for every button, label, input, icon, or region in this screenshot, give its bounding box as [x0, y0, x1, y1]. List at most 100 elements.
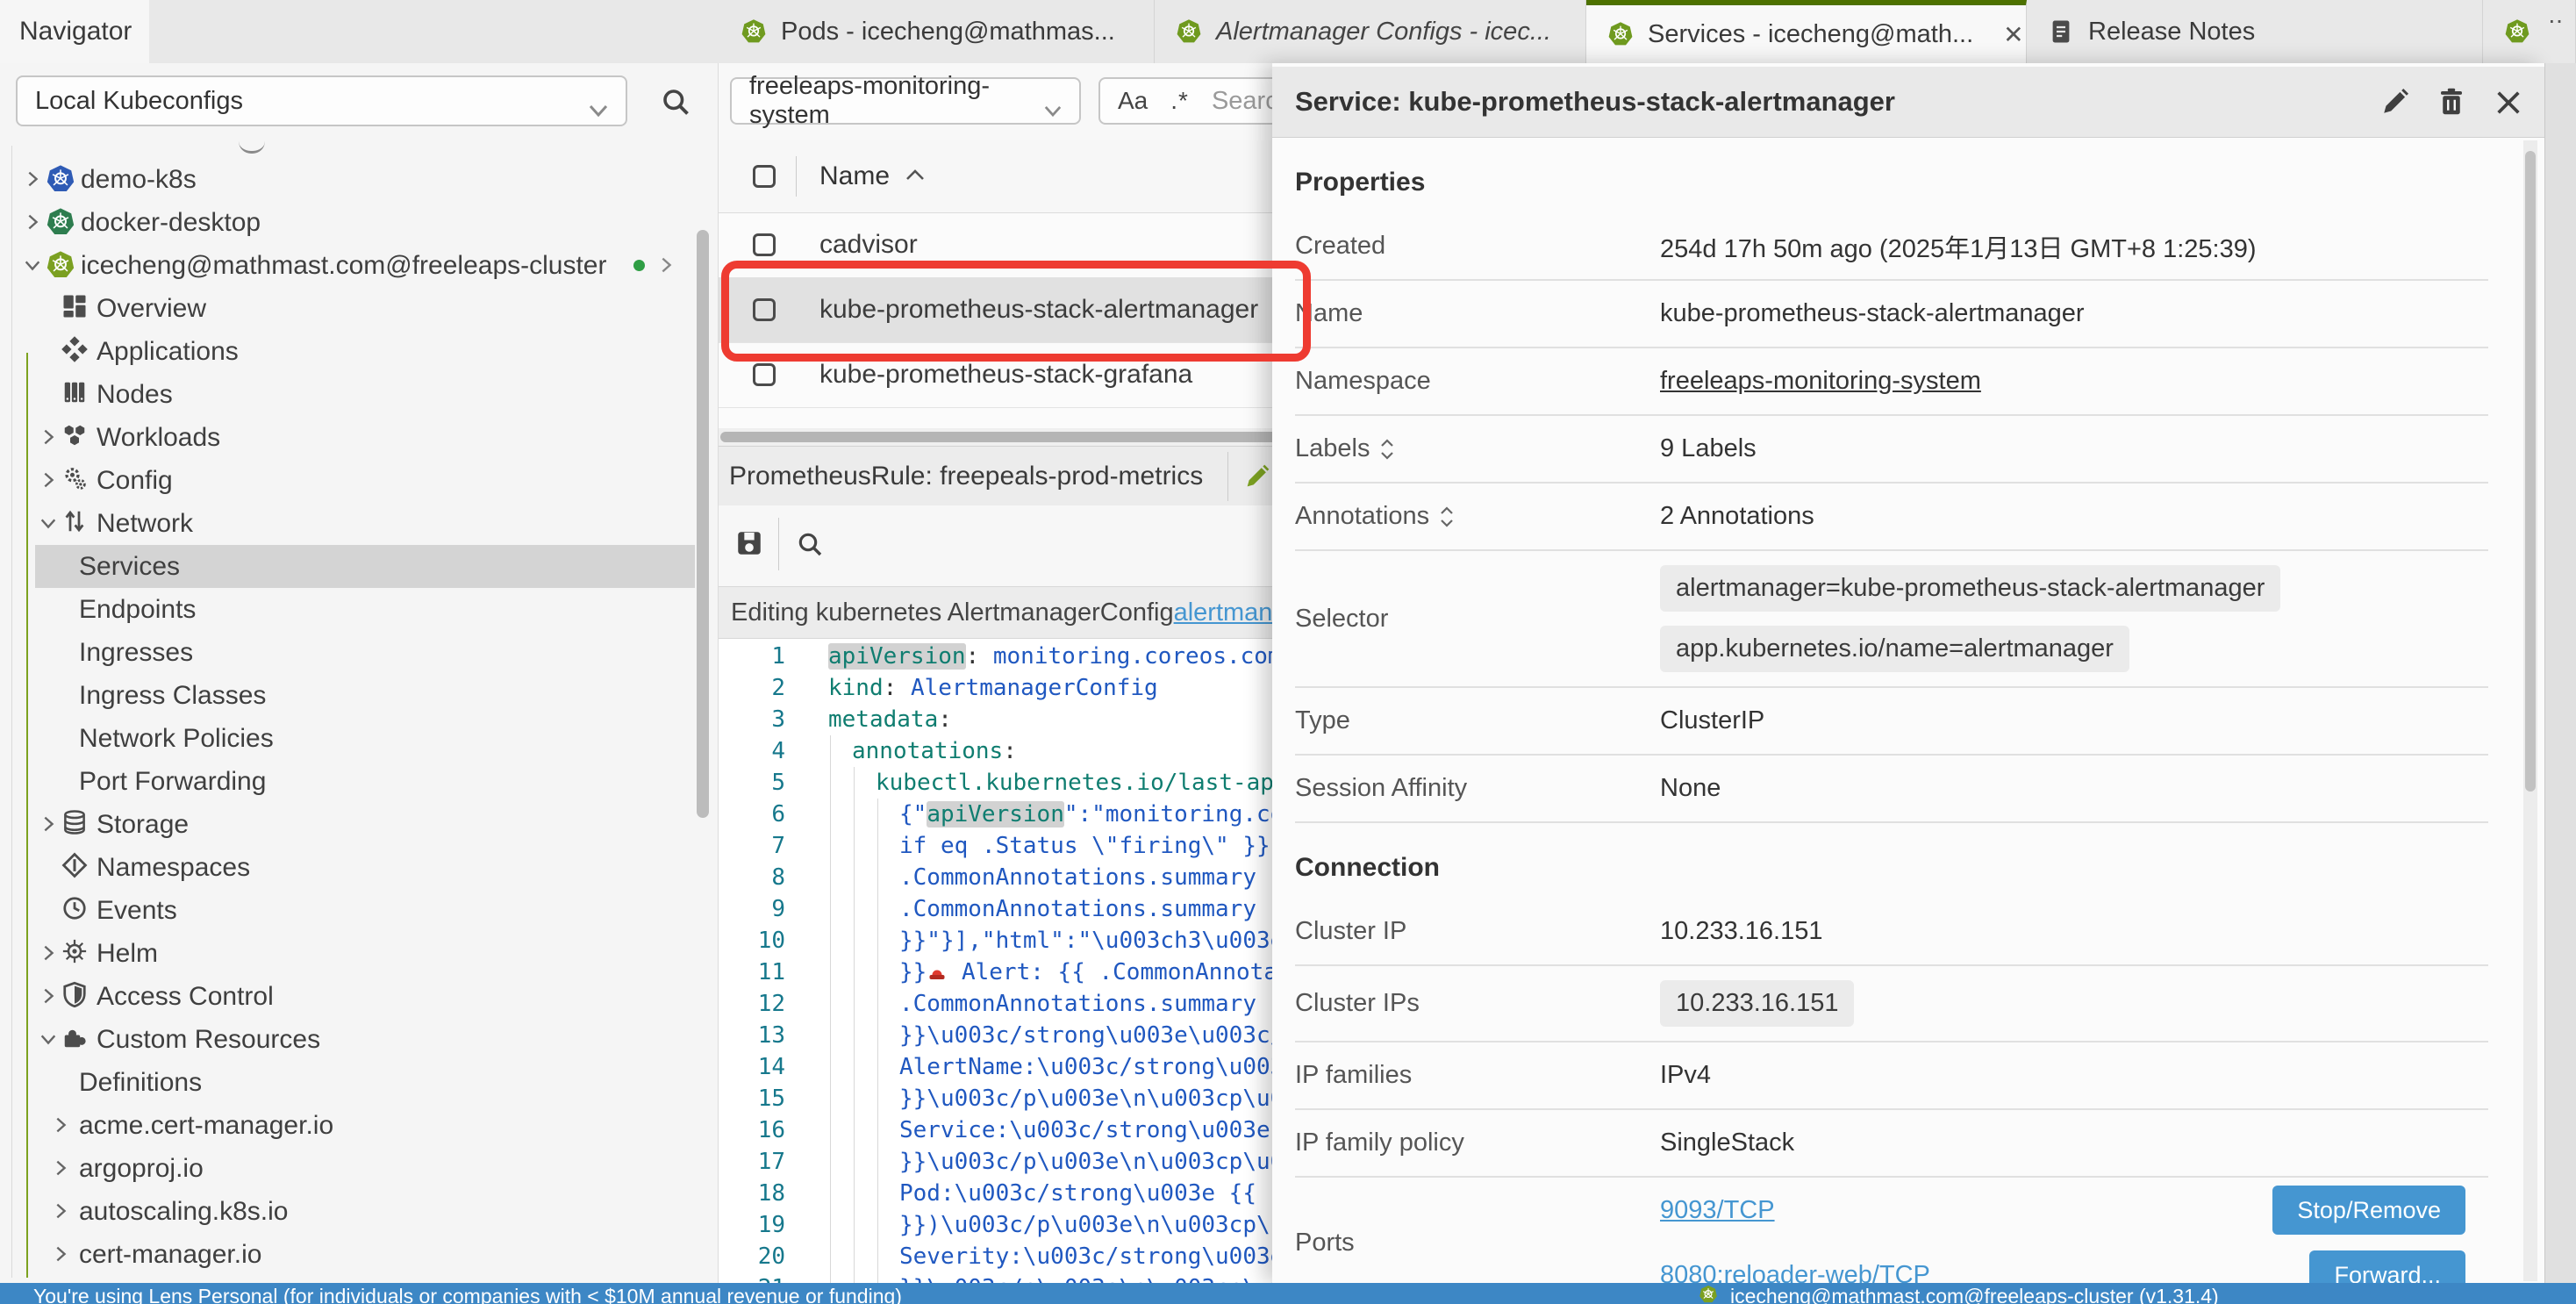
- siren-emoji-icon: [927, 959, 948, 980]
- edit-pencil-icon[interactable]: [1243, 462, 1271, 491]
- sidebar-item-services[interactable]: Services: [0, 545, 695, 588]
- code-text: AlertName:\u003c/strong\u003e: [899, 1051, 1298, 1083]
- code-text: .CommonAnnotations.summary }}: [899, 893, 1298, 925]
- tab-services-icecheng-math-[interactable]: Services - icecheng@math...✕: [1586, 0, 2027, 63]
- sidebar-item-config[interactable]: Config: [0, 459, 695, 502]
- delete-trash-icon[interactable]: [2436, 86, 2467, 118]
- stop-remove-button[interactable]: Stop/Remove: [2272, 1186, 2465, 1235]
- sidebar-item-autoscaling-k8s-io[interactable]: autoscaling.k8s.io: [0, 1190, 695, 1233]
- row-checkbox[interactable]: [753, 363, 776, 386]
- save-icon[interactable]: [734, 528, 764, 558]
- sidebar-item-cert-manager-io[interactable]: cert-manager.io: [0, 1233, 695, 1276]
- workloads-icon: [61, 422, 91, 452]
- sidebar-item-docker-desktop[interactable]: docker-desktop: [0, 201, 695, 244]
- regex-toggle[interactable]: .*: [1170, 87, 1189, 115]
- kubernetes-icon: [1176, 18, 1202, 45]
- sidebar-item-network-policies[interactable]: Network Policies: [0, 717, 695, 760]
- sidebar-item-applications[interactable]: Applications: [0, 330, 695, 373]
- sidebar-item-demo-k8s[interactable]: demo-k8s: [0, 158, 695, 201]
- sidebar-item-label: configuration.konghq.com: [79, 1276, 381, 1283]
- sidebar-item-label: Endpoints: [79, 588, 196, 631]
- edit-pencil-icon[interactable]: [2379, 86, 2411, 118]
- tab-release-notes[interactable]: Release Notes: [2027, 0, 2483, 63]
- detail-row-ip-family-policy: IP family policySingleStack: [1295, 1110, 2488, 1178]
- sidebar-item-events[interactable]: Events: [0, 889, 695, 932]
- sidebar-item-label: cert-manager.io: [79, 1233, 261, 1276]
- namespace-link[interactable]: freeleaps-monitoring-system: [1660, 367, 1981, 396]
- chevron-expanded-icon[interactable]: [23, 255, 42, 275]
- detail-row-namespace: Namespacefreeleaps-monitoring-system: [1295, 348, 2488, 416]
- sidebar-item-nodes[interactable]: Nodes: [0, 373, 695, 416]
- select-all-checkbox[interactable]: [753, 165, 776, 188]
- chevron-collapsed-icon[interactable]: [23, 169, 42, 189]
- chevron-expanded-icon[interactable]: [39, 513, 58, 533]
- sidebar-item-endpoints[interactable]: Endpoints: [0, 588, 695, 631]
- kubeconfig-select[interactable]: Local Kubeconfigs: [16, 75, 627, 126]
- tab-alertmanager-configs-ice[interactable]: Alertmanager Configs - icec...: [1155, 0, 1586, 63]
- chevron-collapsed-icon[interactable]: [51, 1244, 70, 1264]
- tab-pods-icecheng-mathmas-[interactable]: Pods - icecheng@mathmas...: [719, 0, 1155, 63]
- drawer-scrollbar-thumb[interactable]: [2525, 151, 2536, 792]
- sidebar-item-workloads[interactable]: Workloads: [0, 416, 695, 459]
- detail-row-session-affinity: Session AffinityNone: [1295, 756, 2488, 823]
- column-header-name[interactable]: Name: [819, 140, 890, 212]
- forward-button[interactable]: Forward...: [2309, 1250, 2465, 1283]
- section-heading: Connection: [1295, 823, 2522, 899]
- line-number: 15: [734, 1083, 785, 1114]
- detail-row-created: Created254d 17h 50m ago (2025年1月13日 GMT+…: [1295, 213, 2488, 281]
- row-checkbox[interactable]: [753, 233, 776, 256]
- sidebar-item-icecheng-mathmast-com-freeleap[interactable]: icecheng@mathmast.com@freeleaps-cluster: [0, 244, 695, 287]
- sidebar-search-icon[interactable]: [660, 86, 691, 118]
- sidebar-item-definitions[interactable]: Definitions: [0, 1061, 695, 1104]
- chevron-collapsed-icon[interactable]: [39, 470, 58, 490]
- sidebar-item-port-forwarding[interactable]: Port Forwarding: [0, 760, 695, 803]
- sidebar-item-namespaces[interactable]: Namespaces: [0, 846, 695, 889]
- sort-toggle-icon[interactable]: [1378, 438, 1396, 461]
- cluster-open-arrow-icon[interactable]: [656, 255, 676, 275]
- match-case-toggle[interactable]: Aa: [1118, 87, 1148, 115]
- chevron-collapsed-icon[interactable]: [39, 427, 58, 447]
- detail-row-cluster-ip: Cluster IP10.233.16.151: [1295, 899, 2488, 966]
- section-heading: Properties: [1295, 138, 2522, 213]
- sidebar-toolbar: Local Kubeconfigs: [0, 63, 718, 140]
- lens-app-window: Navigator Pods - icecheng@mathmas...Aler…: [0, 0, 2576, 1304]
- chevron-collapsed-icon[interactable]: [51, 1201, 70, 1221]
- namespace-select[interactable]: freeleaps-monitoring-system: [730, 77, 1081, 125]
- sidebar-item-storage[interactable]: Storage: [0, 803, 695, 846]
- chevron-collapsed-icon[interactable]: [51, 1115, 70, 1135]
- drawer-body: PropertiesCreated254d 17h 50m ago (2025年…: [1272, 138, 2522, 1283]
- chevron-collapsed-icon[interactable]: [51, 1158, 70, 1178]
- detail-label: Created: [1295, 232, 1385, 261]
- chevron-collapsed-icon[interactable]: [39, 814, 58, 834]
- chevron-collapsed-icon[interactable]: [39, 986, 58, 1006]
- sidebar-item-configuration-konghq-com[interactable]: configuration.konghq.com: [0, 1276, 695, 1283]
- tab-close-icon[interactable]: ✕: [2003, 20, 2023, 49]
- sidebar-item-overview[interactable]: Overview: [0, 287, 695, 330]
- detail-label: Session Affinity: [1295, 774, 1467, 803]
- sidebar-item-network[interactable]: Network: [0, 502, 695, 545]
- service-details-drawer: Service: kube-prometheus-stack-alertmana…: [1272, 63, 2544, 1283]
- chevron-collapsed-icon[interactable]: [39, 943, 58, 963]
- clipped-item-fragment: [239, 140, 265, 154]
- network-icon: [61, 508, 91, 538]
- chevron-expanded-icon[interactable]: [39, 1029, 58, 1049]
- sidebar-item-ingresses[interactable]: Ingresses: [0, 631, 695, 674]
- sidebar-item-helm[interactable]: Helm: [0, 932, 695, 975]
- sort-toggle-icon[interactable]: [1438, 505, 1456, 528]
- sidebar-scrollbar[interactable]: [697, 230, 709, 818]
- sidebar-item-ingress-classes[interactable]: Ingress Classes: [0, 674, 695, 717]
- shield-icon: [61, 981, 91, 1011]
- port-link[interactable]: 9093/TCP: [1660, 1196, 1775, 1225]
- code-text: }}\u003c/p\u003e\n\u003cp\u003: [899, 1272, 1312, 1283]
- editor-search-icon[interactable]: [796, 530, 824, 558]
- detail-row-labels: Labels9 Labels: [1295, 416, 2488, 484]
- chevron-collapsed-icon[interactable]: [23, 212, 42, 232]
- sidebar-item-argoproj-io[interactable]: argoproj.io: [0, 1147, 695, 1190]
- sidebar-item-acme-cert-manager-io[interactable]: acme.cert-manager.io: [0, 1104, 695, 1147]
- sidebar-item-custom-resources[interactable]: Custom Resources: [0, 1018, 695, 1061]
- namespace-select-value: freeleaps-monitoring-system: [749, 72, 1044, 130]
- port-link[interactable]: 8080:reloader-web/TCP: [1660, 1261, 1930, 1284]
- sidebar-item-access-control[interactable]: Access Control: [0, 975, 695, 1018]
- sort-asc-icon[interactable]: [905, 168, 926, 185]
- close-icon[interactable]: [2494, 88, 2525, 119]
